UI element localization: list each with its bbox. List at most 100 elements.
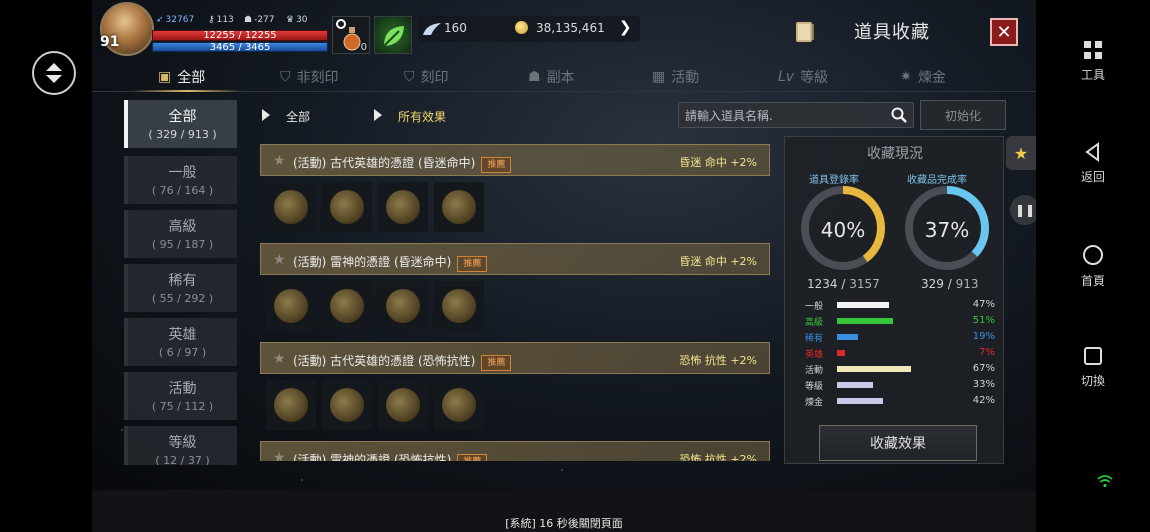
effect-filter[interactable]: 所有效果 bbox=[398, 108, 446, 125]
item-title: (活動) 雷神的憑證 (昏迷命中) 推薦 bbox=[293, 253, 488, 272]
category-rare[interactable]: 稀有 ( 55 / 292 ) bbox=[124, 264, 237, 312]
coin-icon bbox=[274, 190, 308, 224]
item-header[interactable]: ★ (活動) 雷神的憑證 (恐怖抗性) 推薦 恐怖 抗性 +2% bbox=[260, 441, 770, 461]
tools-button[interactable]: 工具 bbox=[1036, 40, 1150, 83]
coin-slot[interactable] bbox=[322, 182, 372, 232]
back-triangle-icon bbox=[1085, 142, 1099, 162]
item-bonus: 昏迷 命中 +2% bbox=[679, 255, 757, 268]
coin-slot[interactable] bbox=[434, 182, 484, 232]
tab-label: 煉金 bbox=[917, 70, 946, 86]
panel-title: 收藏現況 bbox=[867, 146, 923, 162]
home-circle-icon bbox=[1083, 245, 1103, 265]
tab-dungeon[interactable]: ☗ 副本 bbox=[528, 62, 575, 92]
tab-alchemy[interactable]: ✷ 煉金 bbox=[900, 62, 946, 92]
category-level[interactable]: 等級 ( 12 / 37 ) bbox=[124, 426, 237, 465]
tab-level[interactable]: Lv 等級 bbox=[778, 62, 828, 92]
combat-power-value: 32767 bbox=[165, 15, 195, 25]
search-box[interactable] bbox=[678, 102, 914, 128]
stat-c-value: 30 bbox=[296, 15, 308, 25]
item-slots bbox=[266, 281, 484, 331]
coin-slot[interactable] bbox=[378, 281, 428, 331]
recommend-badge: 推薦 bbox=[457, 256, 488, 272]
coin-slot[interactable] bbox=[266, 380, 316, 430]
tab-label: 活動 bbox=[671, 70, 700, 86]
category-count: ( 76 / 164 ) bbox=[151, 184, 214, 197]
stat-a: ⚷ 113 bbox=[208, 15, 234, 25]
grade-percent: 19% bbox=[972, 331, 995, 342]
coin-slot[interactable] bbox=[434, 380, 484, 430]
grade-bar-row: 煉金 42% bbox=[805, 395, 995, 409]
buff-slot[interactable] bbox=[374, 16, 412, 54]
registration-total-value: 3157 bbox=[849, 277, 880, 291]
coin-slot[interactable] bbox=[434, 281, 484, 331]
tab-engrave[interactable]: ⛉ 刻印 bbox=[404, 62, 449, 92]
player-level: 91 bbox=[100, 34, 120, 50]
category-advanced[interactable]: 高級 ( 95 / 187 ) bbox=[124, 210, 237, 258]
tab-label: 副本 bbox=[546, 70, 575, 86]
category-event[interactable]: 活動 ( 75 / 112 ) bbox=[124, 372, 237, 420]
grade-percent: 67% bbox=[972, 363, 995, 374]
star-icon[interactable]: ★ bbox=[273, 450, 286, 461]
item-header[interactable]: ★ (活動) 雷神的憑證 (昏迷命中) 推薦 昏迷 命中 +2% bbox=[260, 243, 770, 275]
grade-label: 英雄 bbox=[805, 350, 824, 360]
reset-button[interactable]: 初始化 bbox=[920, 100, 1006, 130]
item-list[interactable]: ★ (活動) 古代英雄的憑證 (昏迷命中) 推薦 昏迷 命中 +2% ★ (活動)… bbox=[252, 136, 780, 461]
coin-icon bbox=[442, 388, 476, 422]
coin-slot[interactable] bbox=[378, 182, 428, 232]
category-hero[interactable]: 英雄 ( 6 / 97 ) bbox=[124, 318, 237, 366]
coin-slot[interactable] bbox=[322, 380, 372, 430]
collection-effect-button[interactable]: 收藏效果 bbox=[819, 425, 977, 461]
item-header[interactable]: ★ (活動) 古代英雄的憑證 (昏迷命中) 推薦 昏迷 命中 +2% bbox=[260, 144, 770, 176]
pause-button[interactable]: ❚❚ bbox=[1010, 195, 1036, 225]
grade-percent: 42% bbox=[972, 395, 995, 406]
category-name: 稀有 bbox=[168, 273, 197, 289]
updown-toggle-button[interactable] bbox=[32, 51, 76, 95]
coin-slot[interactable] bbox=[378, 380, 428, 430]
mp-bar: 3465 / 3465 bbox=[152, 42, 328, 53]
switch-button[interactable]: 切換 bbox=[1036, 346, 1150, 389]
gift-icon: ▦ bbox=[652, 69, 666, 85]
item-slots bbox=[266, 380, 484, 430]
grade-bar bbox=[837, 334, 858, 340]
grade-bar bbox=[837, 302, 889, 308]
grade-bar-row: 活動 67% bbox=[805, 363, 995, 377]
back-button[interactable]: 返回 bbox=[1036, 142, 1150, 185]
close-button[interactable]: ✕ bbox=[990, 18, 1018, 46]
category-filter[interactable]: 全部 bbox=[286, 108, 310, 125]
star-icon: ★ bbox=[1013, 143, 1029, 163]
tab-label: 非刻印 bbox=[296, 70, 339, 86]
helmet-icon: ☗ bbox=[244, 15, 253, 25]
chevron-right-icon[interactable]: ❯ bbox=[619, 18, 632, 36]
favorite-button[interactable]: ★ bbox=[1006, 136, 1036, 170]
category-normal[interactable]: 一般 ( 76 / 164 ) bbox=[124, 156, 237, 204]
wifi-icon bbox=[1097, 475, 1113, 488]
star-icon[interactable]: ★ bbox=[273, 153, 286, 169]
tab-underline bbox=[132, 90, 242, 92]
search-icon[interactable] bbox=[891, 107, 907, 123]
completion-count-value: 329 bbox=[921, 277, 944, 291]
category-all[interactable]: 全部 ( 329 / 913 ) bbox=[124, 100, 237, 148]
star-icon[interactable]: ★ bbox=[273, 252, 286, 268]
category-count: ( 75 / 112 ) bbox=[151, 400, 214, 413]
search-input[interactable] bbox=[685, 106, 885, 126]
tab-label: 全部 bbox=[177, 70, 206, 86]
category-list[interactable]: 全部 ( 329 / 913 ) 一般 ( 76 / 164 ) 高級 ( 95 / … bbox=[124, 100, 240, 465]
tab-non-engrave[interactable]: ⛉ 非刻印 bbox=[280, 62, 339, 92]
tab-event[interactable]: ▦ 活動 bbox=[652, 62, 699, 92]
potion-slot[interactable]: 0 bbox=[332, 16, 370, 54]
recommend-badge: 推薦 bbox=[457, 454, 488, 461]
filter-bar: 全部 所有效果 初始化 bbox=[252, 100, 1014, 130]
coin-slot[interactable] bbox=[266, 182, 316, 232]
grade-bar-row: 英雄 7% bbox=[805, 347, 995, 361]
coin-slot[interactable] bbox=[322, 281, 372, 331]
star-icon[interactable]: ★ bbox=[273, 351, 286, 367]
potion-count: 0 bbox=[360, 42, 367, 53]
tab-all[interactable]: ▣ 全部 bbox=[158, 62, 205, 92]
coin-slot[interactable] bbox=[266, 281, 316, 331]
home-button[interactable]: 首頁 bbox=[1036, 244, 1150, 289]
key-icon: ⚷ bbox=[208, 15, 215, 25]
system-message-bar: [系統] 16 秒後關閉頁面 bbox=[92, 490, 1036, 532]
item-header[interactable]: ★ (活動) 古代英雄的憑證 (恐怖抗性) 推薦 恐怖 抗性 +2% bbox=[260, 342, 770, 374]
leaf-icon bbox=[383, 26, 404, 47]
home-label: 首頁 bbox=[1080, 274, 1105, 288]
